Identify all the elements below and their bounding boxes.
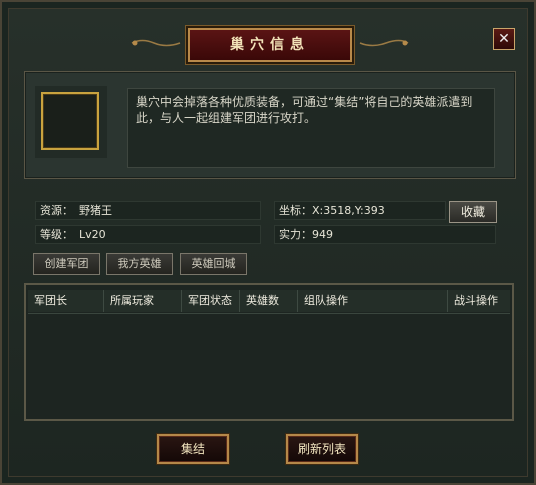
col-legion-leader: 军团长: [28, 290, 104, 312]
level-value: Lv20: [79, 228, 106, 241]
rally-button[interactable]: 集结: [157, 434, 229, 464]
my-heroes-button[interactable]: 我方英雄: [106, 253, 173, 275]
favorite-button[interactable]: 收藏: [449, 201, 497, 223]
table-header-divider: [28, 313, 510, 314]
create-legion-button[interactable]: 创建军团: [33, 253, 100, 275]
legion-table: 军团长 所属玩家 军团状态 英雄数 组队操作 战斗操作: [24, 283, 514, 421]
title-ornament-left: [131, 39, 181, 47]
coord-row: 坐标：X:3518,Y:393: [274, 201, 446, 220]
col-hero-count: 英雄数: [240, 290, 298, 312]
lair-info-window: 巢穴信息 ✕ 巢穴中会掉落各种优质装备，可通过“集结”将自己的英雄派遣到此，与人…: [0, 0, 536, 485]
coord-value: X:3518,Y:393: [312, 204, 385, 217]
window-title-plate: 巢穴信息: [188, 28, 352, 62]
table-header: 军团长 所属玩家 军团状态 英雄数 组队操作 战斗操作: [28, 290, 510, 312]
window-title: 巢穴信息: [230, 37, 310, 53]
col-battle-action: 战斗操作: [454, 294, 498, 307]
level-label: 等级：: [40, 228, 73, 241]
close-icon: ✕: [498, 31, 510, 47]
resource-label: 资源：: [40, 204, 73, 217]
resource-value: 野猪王: [79, 204, 112, 217]
lair-description: 巢穴中会掉落各种优质装备，可通过“集结”将自己的英雄派遣到此，与人一起组建军团进…: [127, 88, 495, 168]
recall-heroes-button[interactable]: 英雄回城: [180, 253, 247, 275]
title-ornament-right: [359, 39, 409, 47]
col-owner-player: 所属玩家: [104, 290, 182, 312]
col-team-action: 组队操作: [298, 290, 448, 312]
lair-icon-slot: [41, 92, 99, 150]
refresh-list-button[interactable]: 刷新列表: [286, 434, 358, 464]
resource-row: 资源： 野猪王: [35, 201, 261, 220]
strength-value: 949: [312, 228, 333, 241]
coord-label: 坐标：: [279, 204, 312, 217]
close-button[interactable]: ✕: [493, 28, 515, 50]
strength-label: 实力：: [279, 228, 312, 241]
level-row: 等级： Lv20: [35, 225, 261, 244]
strength-row: 实力：949: [274, 225, 496, 244]
col-legion-status: 军团状态: [182, 290, 240, 312]
